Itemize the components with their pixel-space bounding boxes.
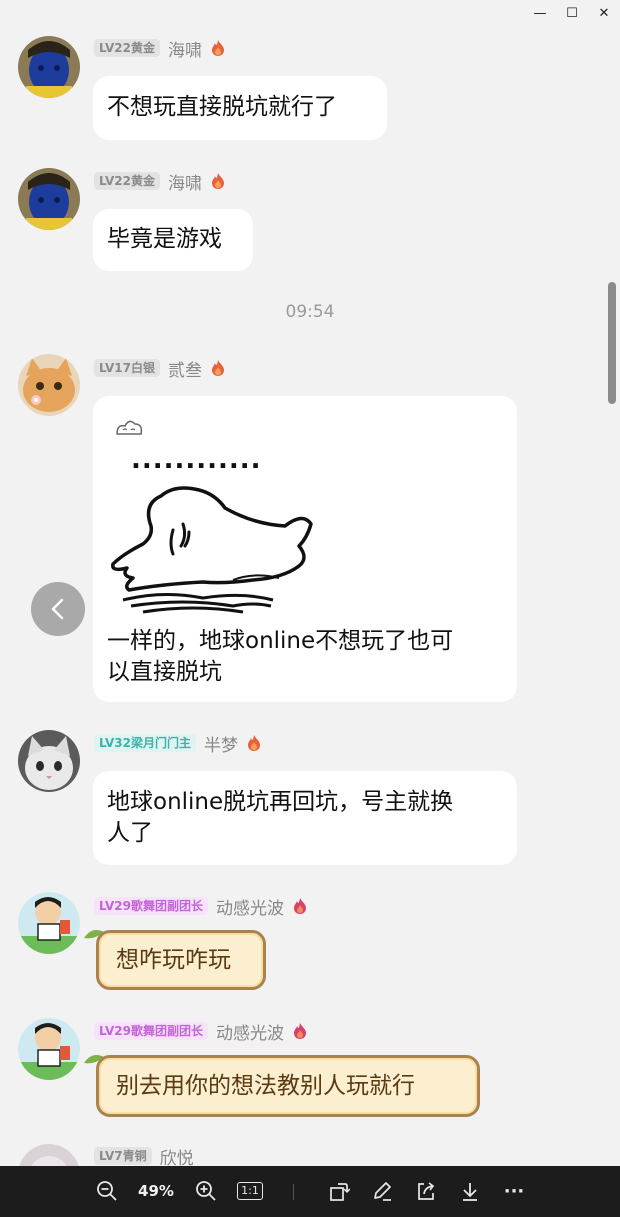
level-badge: LV22黄金 — [94, 172, 160, 190]
message-text: 想咋玩咋玩 — [116, 947, 231, 973]
rotate-button[interactable] — [326, 1178, 352, 1204]
message-text-line: 一样的，地球online不想玩了也可 — [107, 628, 454, 654]
level-badge: LV7青铜 — [94, 1147, 152, 1165]
title-bar: — ☐ ✕ — [0, 0, 620, 28]
nickname: 海啸 — [167, 40, 202, 61]
message-meta: LV22黄金 海啸 — [94, 171, 226, 194]
share-button[interactable] — [413, 1178, 439, 1204]
message-text-line: 以直接脱坑 — [107, 659, 222, 685]
flame-icon — [293, 1023, 306, 1039]
gold-message-bubble: 想咋玩咋玩 — [96, 930, 266, 990]
zoom-in-icon — [196, 1181, 216, 1201]
flame-icon — [293, 898, 306, 914]
message-text: 不想玩直接脱坑就行了 — [107, 94, 337, 120]
message-text: 毕竟是游戏 — [107, 226, 222, 252]
rotate-icon — [330, 1183, 350, 1201]
edit-button[interactable] — [369, 1178, 395, 1204]
minimize-button[interactable]: — — [528, 4, 552, 24]
level-badge: LV22黄金 — [94, 39, 160, 57]
previous-image-button[interactable] — [31, 582, 85, 636]
message-meta: LV7青铜 欣悦 — [94, 1146, 194, 1166]
actual-size-icon: 1:1 — [237, 1182, 263, 1200]
level-badge: LV17白银 — [94, 359, 160, 377]
more-icon: ··· — [503, 1180, 525, 1202]
toolbar-divider — [293, 1184, 294, 1200]
message-meta: LV29歌舞团副团长 动感光波 — [94, 896, 308, 919]
message-meta: LV29歌舞团副团长 动感光波 — [94, 1021, 308, 1044]
nickname: 贰叁 — [167, 360, 202, 381]
zoom-in-button[interactable] — [193, 1178, 219, 1204]
level-badge: LV29歌舞团副团长 — [94, 897, 208, 915]
nickname: 欣悦 — [159, 1148, 194, 1167]
message-meta: LV22黄金 海啸 — [94, 38, 226, 61]
avatar-banmeng — [18, 730, 80, 792]
flame-icon — [211, 173, 224, 189]
pencil-icon — [374, 1182, 391, 1201]
duck-sticker-image: ............ — [103, 408, 403, 618]
avatar-xinyue — [18, 1144, 80, 1166]
more-button[interactable]: ··· — [500, 1178, 528, 1204]
gold-message-bubble: 别去用你的想法教别人玩就行 — [96, 1055, 480, 1117]
flame-icon — [247, 735, 260, 751]
avatar-donggan — [18, 1018, 80, 1080]
minimize-icon: — — [533, 6, 547, 21]
avatar-ersan — [18, 354, 80, 416]
message-text: 别去用你的想法教别人玩就行 — [116, 1073, 415, 1099]
message-meta: LV17白银 贰叁 — [94, 358, 226, 381]
sticker-dots: ............ — [131, 445, 262, 475]
message-bubble-with-sticker: ............ 一样的，地球online不想玩了也可 以直接脱坑 — [93, 396, 517, 702]
flame-icon — [211, 40, 224, 56]
close-icon: ✕ — [598, 6, 610, 21]
actual-size-button[interactable]: 1:1 — [236, 1178, 264, 1204]
image-viewer-window: — ☐ ✕ LV22黄金 海啸 不想玩直接脱坑就行了 LV22黄金 海啸 毕竟是… — [0, 0, 620, 1217]
avatar-donggan — [18, 892, 80, 954]
message-bubble: 不想玩直接脱坑就行了 — [93, 76, 387, 140]
chat-screenshot: LV22黄金 海啸 不想玩直接脱坑就行了 LV22黄金 海啸 毕竟是游戏 09:… — [0, 28, 620, 1166]
avatar-haixiao — [18, 168, 80, 230]
message-text-line: 人了 — [107, 820, 153, 846]
maximize-button[interactable]: ☐ — [560, 4, 584, 24]
close-button[interactable]: ✕ — [592, 4, 616, 24]
maximize-icon: ☐ — [566, 6, 578, 21]
zoom-out-icon — [97, 1181, 117, 1201]
level-badge: LV29歌舞团副团长 — [94, 1022, 208, 1040]
message-bubble: 毕竟是游戏 — [93, 209, 253, 271]
nickname: 动感光波 — [215, 898, 284, 919]
avatar-haixiao — [18, 36, 80, 98]
message-meta: LV32梁月门门主 半梦 — [94, 733, 262, 756]
chevron-left-icon — [51, 598, 64, 620]
download-icon — [463, 1183, 477, 1201]
message-text-line: 地球online脱坑再回坑，号主就换 — [107, 789, 454, 815]
zoom-level: 49% — [138, 1182, 174, 1200]
flame-icon — [211, 360, 224, 376]
nickname: 海啸 — [167, 173, 202, 194]
download-button[interactable] — [457, 1178, 483, 1204]
nickname: 半梦 — [203, 735, 238, 756]
timestamp: 09:54 — [285, 302, 335, 322]
nickname: 动感光波 — [215, 1023, 284, 1044]
share-icon — [418, 1182, 435, 1200]
message-bubble: 地球online脱坑再回坑，号主就换 人了 — [93, 771, 517, 865]
viewer-toolbar: 49% 1:1 ··· — [0, 1166, 620, 1217]
zoom-out-button[interactable] — [94, 1178, 120, 1204]
level-badge: LV32梁月门门主 — [94, 734, 196, 752]
scrollbar-thumb[interactable] — [608, 282, 616, 404]
